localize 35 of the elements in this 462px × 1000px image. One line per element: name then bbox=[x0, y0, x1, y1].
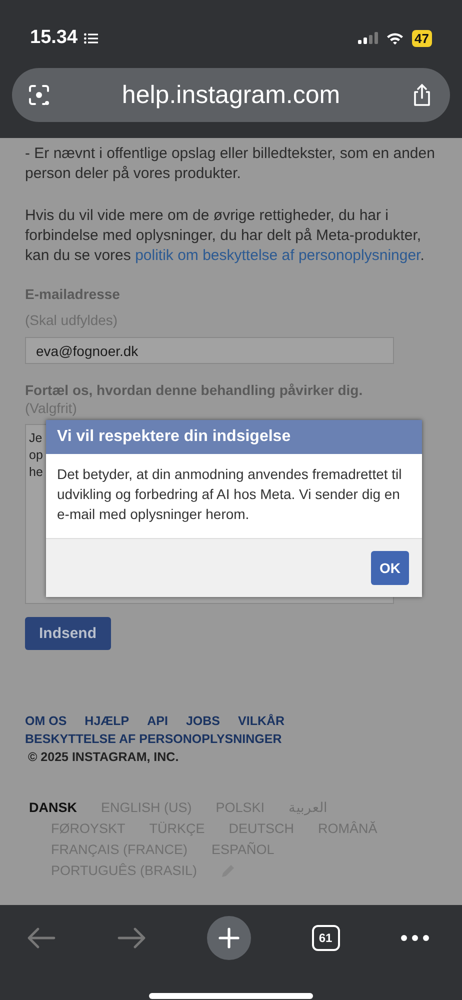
field-label: Fortæl os, hvordan denne behandling påvirker dig. bbox=[25, 382, 364, 398]
footer-link[interactable]: JOBS bbox=[186, 714, 220, 728]
copyright: © 2025 INSTAGRAM, INC. bbox=[28, 750, 180, 764]
tab-count-button[interactable]: 61 bbox=[312, 925, 340, 951]
url-text: help.instagram.com bbox=[122, 80, 340, 110]
submit-button[interactable]: Indsend bbox=[25, 617, 111, 650]
more-icon[interactable] bbox=[400, 934, 430, 942]
policy-link[interactable]: politik om beskyttelse af personoplysninger bbox=[135, 247, 420, 264]
list-icon bbox=[84, 32, 98, 44]
clock: 15.34 bbox=[30, 27, 78, 49]
text-fragment: op bbox=[29, 447, 43, 464]
footer-link[interactable]: HJÆLP bbox=[84, 714, 130, 728]
battery-level: 47 bbox=[412, 30, 432, 46]
share-icon[interactable] bbox=[412, 83, 432, 107]
footer-link[interactable]: OM OS bbox=[25, 714, 67, 728]
paragraph: Hvis du vil vide mere om de øvrige rettigheder, du har i forbindelse med oplysninger, du har delt på Meta-produkter, kan du se vores politik om beskyttelse af personoplysninger. bbox=[25, 206, 426, 266]
address-bar[interactable]: help.instagram.com bbox=[12, 68, 450, 122]
footer-link[interactable]: API bbox=[147, 714, 168, 728]
dialog-title: Vi vil respektere din indsigelse bbox=[46, 420, 422, 454]
ok-button[interactable]: OK bbox=[371, 551, 409, 585]
language-link[interactable]: DANSK bbox=[29, 800, 78, 814]
footer-link[interactable]: BESKYTTELSE AF PERSONOPLYSNINGER bbox=[25, 732, 282, 746]
email-field[interactable]: eva@fognoer.dk bbox=[25, 337, 394, 364]
text-fragment: Je bbox=[29, 430, 42, 447]
wifi-icon bbox=[386, 32, 404, 44]
dialog-message: Det betyder, at din anmodning anvendes fremadrettet til udvikling og forbedring af AI hos Meta. Vi sender dig en e-mail med oplysninger herom. bbox=[46, 454, 422, 538]
paragraph: - Er nævnt i offentlige opslag eller billedtekster, som en anden person deler på vores produkter. bbox=[25, 144, 436, 184]
signal-icon bbox=[358, 32, 378, 44]
new-tab-icon[interactable] bbox=[207, 916, 251, 960]
back-icon[interactable] bbox=[26, 927, 56, 949]
camera-search-icon[interactable] bbox=[28, 84, 50, 106]
forward-icon[interactable] bbox=[116, 927, 146, 949]
text-fragment: he bbox=[29, 464, 43, 481]
footer-link[interactable]: VILKÅR bbox=[238, 714, 285, 728]
field-label: E-mailadresse bbox=[25, 286, 121, 302]
